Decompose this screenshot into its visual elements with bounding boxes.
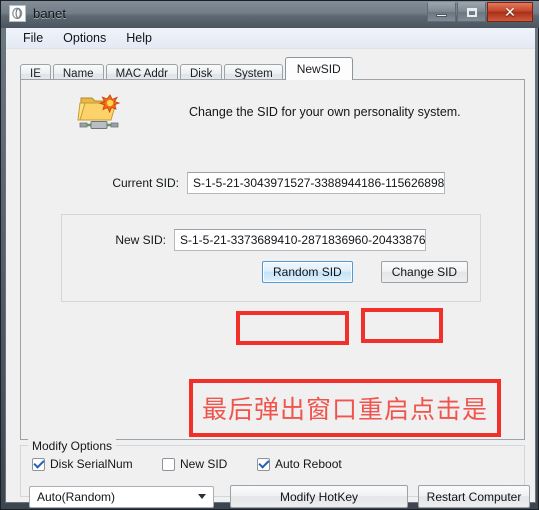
modify-options-controls: Auto(Random) Modify HotKey Restart Compu… [29,485,530,508]
maximize-button[interactable] [457,2,486,22]
client-area: File Options Help IE Name MAC Addr Disk … [5,28,536,508]
window-title: banet [33,6,67,21]
change-sid-button[interactable]: Change SID [380,261,469,283]
restart-computer-button[interactable]: Restart Computer [418,485,530,508]
modify-hotkey-button[interactable]: Modify HotKey [230,485,408,508]
application-window: banet ✕ File Options Help IE Name MAC Ad… [0,0,539,510]
checkbox-new-sid-box[interactable] [162,457,175,471]
maximize-icon [466,7,477,17]
checkbox-disk-serialnum[interactable]: Disk SerialNum [32,457,162,471]
new-sid-row: New SID: S-1-5-21-3373689410-2871836960-… [81,229,426,251]
tab-strip: IE Name MAC Addr Disk System NewSID [20,57,355,83]
folder-network-new-icon [77,94,121,129]
title-bar-left: banet [9,5,66,22]
modify-options-checkboxes: Disk SerialNum New SID Auto Reboot [32,457,342,471]
chevron-down-icon [198,494,206,499]
new-sid-field[interactable]: S-1-5-21-3373689410-2871836960-204338762… [174,229,426,251]
mode-select-value: Auto(Random) [37,489,116,504]
menu-item-file[interactable]: File [14,29,52,47]
menu-item-help[interactable]: Help [117,29,161,47]
app-icon [9,5,26,22]
tab-newsid[interactable]: NewSID [284,57,353,80]
minimize-icon [436,14,447,17]
checkbox-auto-reboot-box[interactable] [257,457,270,471]
close-button[interactable]: ✕ [487,2,533,22]
checkbox-auto-reboot[interactable]: Auto Reboot [257,457,342,471]
menu-item-options[interactable]: Options [54,29,115,47]
current-sid-row: Current SID: S-1-5-21-3043971527-3388944… [61,172,481,194]
title-bar[interactable]: banet ✕ [1,1,539,28]
panel-header-text: Change the SID for your own personality … [189,105,461,119]
checkbox-new-sid[interactable]: New SID [162,457,257,471]
modify-options-legend: Modify Options [28,439,117,453]
checkbox-new-sid-label: New SID [180,457,228,471]
minimize-button[interactable] [427,2,456,22]
random-sid-button[interactable]: Random SID [262,261,353,283]
current-sid-field[interactable]: S-1-5-21-3043971527-3388944186-115626898… [187,172,445,194]
new-sid-group: New SID: S-1-5-21-3373689410-2871836960-… [61,214,481,302]
annotation-note-text: 最后弹出窗口重启点击是 [201,395,488,424]
current-sid-label: Current SID: [112,176,179,190]
close-icon: ✕ [504,4,516,20]
new-sid-label: New SID: [115,233,166,247]
banet-logo-icon [12,7,23,20]
checkbox-disk-serialnum-box[interactable] [32,457,45,471]
mode-select[interactable]: Auto(Random) [29,485,214,508]
sid-buttons-row: Random SID Change SID [262,261,469,283]
panel-header: Change the SID for your own personality … [77,92,461,132]
checkbox-disk-serialnum-label: Disk SerialNum [50,457,133,471]
menu-bar: File Options Help [6,28,535,49]
starburst-icon [98,94,121,114]
checkbox-auto-reboot-label: Auto Reboot [275,457,342,471]
